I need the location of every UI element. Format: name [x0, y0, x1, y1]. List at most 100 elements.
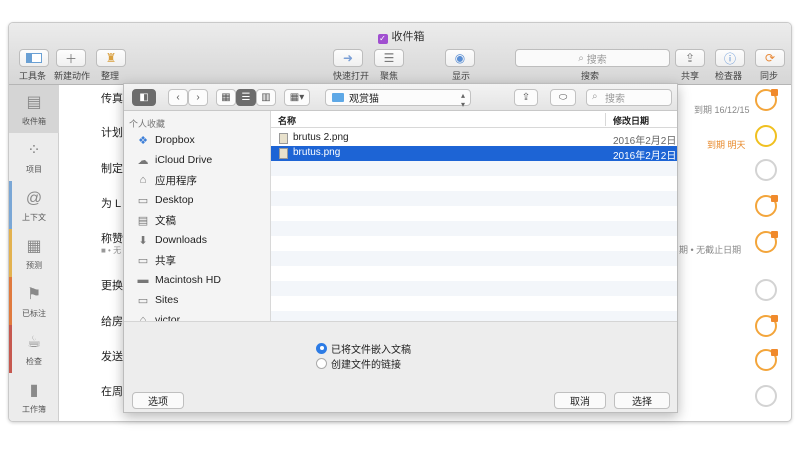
sidebar-item-flagged[interactable]: ⚑ 已标注 — [9, 277, 59, 325]
list-view-button[interactable]: ☰ — [236, 89, 256, 106]
sidebar-item-documents[interactable]: ▤ 文稿 — [136, 211, 176, 229]
chevron-left-icon: ‹ — [176, 92, 180, 103]
sidebar-item-projects[interactable]: ⁘ 项目 — [9, 133, 59, 181]
radio-selected-icon[interactable] — [316, 342, 327, 354]
toolbar: ✓ 收件箱 工具条 ＋ 新建动作 ♜ 整理 ➜ 快速打开 ☰ 聚焦 ◉ 显示 ⌕ 搜… — [9, 23, 791, 85]
empty-row — [271, 311, 677, 321]
column-header-name[interactable]: 名称 — [278, 114, 296, 127]
review-icon: ☕ — [26, 334, 42, 351]
share-icon: ⇪ — [521, 92, 531, 103]
quick-open-label: 快速打开 — [333, 71, 370, 81]
status-circle[interactable] — [755, 125, 777, 147]
desktop-icon: ▭ — [137, 194, 149, 207]
radio-icon[interactable] — [316, 357, 327, 369]
inspector-label: 检查器 — [715, 71, 743, 81]
sync-button[interactable]: ⟳ — [755, 49, 785, 67]
column-view-button[interactable]: ▥ — [256, 89, 276, 106]
link-option[interactable]: 创建文件的链接 — [316, 356, 401, 371]
sidebar-item-macintosh-hd[interactable]: ▬ Macintosh HD — [136, 271, 221, 289]
toolbar-search-input[interactable]: ⌕ 搜索 — [515, 49, 670, 67]
sidebar-item-home[interactable]: ⌂ victor — [136, 311, 180, 321]
search-label: 搜索 — [581, 71, 600, 81]
insert-options: 已将文件嵌入文稿 创建文件的链接 — [124, 321, 677, 389]
favorites-header: 个人收藏 — [129, 119, 166, 129]
plus-icon: ＋ — [64, 51, 77, 66]
share-button[interactable]: ⇪ — [675, 49, 705, 67]
status-circle[interactable] — [755, 159, 777, 181]
sidebar-item-inbox[interactable]: ▤ 收件箱 — [9, 85, 59, 133]
arrow-right-icon: ➜ — [342, 51, 354, 65]
due-date-label: 到期 明天 — [707, 140, 746, 150]
flagged-color-stripe — [9, 277, 12, 325]
choose-button[interactable]: 选择 — [614, 392, 670, 409]
back-button[interactable]: ‹ — [168, 89, 188, 106]
sidebar-item-icloud[interactable]: ☁ iCloud Drive — [136, 151, 213, 169]
flag-icon — [771, 349, 778, 356]
hard-drive-icon: ▬ — [137, 274, 149, 286]
review-color-stripe — [9, 325, 12, 373]
new-action-button[interactable]: ＋ — [56, 49, 86, 67]
home-icon: ⌂ — [139, 314, 147, 321]
arrange-button[interactable]: ▦▾ — [284, 89, 310, 106]
toolbar-toggle-button[interactable] — [19, 49, 49, 67]
empty-row — [271, 251, 677, 266]
flag-icon — [771, 315, 778, 322]
focus-button[interactable]: ☰ — [374, 49, 404, 67]
list-item[interactable]: 计划 — [101, 124, 123, 140]
column-header-modified[interactable]: 修改日期 — [613, 114, 649, 127]
list-item[interactable]: 制定 — [101, 160, 123, 176]
sync-label: 同步 — [760, 71, 779, 81]
forward-button[interactable]: › — [188, 89, 208, 106]
clean-up-label: 整理 — [101, 71, 120, 81]
sidebar-item-dropbox[interactable]: ❖ Dropbox — [136, 131, 195, 149]
list-item[interactable]: 发送 — [101, 348, 123, 364]
sidebar-toggle-button[interactable]: ◧ — [132, 89, 156, 106]
flag-icon — [771, 231, 778, 238]
dropbox-icon: ❖ — [138, 134, 148, 147]
sidebar-item-downloads[interactable]: ⬇ Downloads — [136, 231, 207, 249]
perspective-sidebar: ▤ 收件箱 ⁘ 项目 @ 上下文 ▦ 预测 ⚑ 已标注 ☕ 检查 ▮ 工作簿 — [9, 85, 59, 421]
list-item[interactable]: 传真 — [101, 90, 123, 106]
list-item[interactable]: 更换 — [101, 277, 123, 293]
sidebar-item-shared[interactable]: ▭ 共享 — [136, 251, 176, 269]
inspector-button[interactable]: ⓘ — [715, 49, 745, 67]
sidebar-item-workbook[interactable]: ▮ 工作簿 — [9, 373, 59, 421]
cancel-button[interactable]: 取消 — [554, 392, 606, 409]
share-button[interactable]: ⇪ — [514, 89, 538, 106]
image-file-icon — [279, 133, 288, 144]
icon-view-button[interactable]: ▦ — [216, 89, 236, 106]
list-item-meta: ■ • 无 — [101, 246, 122, 255]
file-row[interactable]: brutus 2.png 2016年2月2日 — [271, 131, 677, 147]
sidebar-item-review[interactable]: ☕ 检查 — [9, 325, 59, 373]
sidebar-item-desktop[interactable]: ▭ Desktop — [136, 191, 194, 209]
chevron-right-icon: › — [196, 92, 200, 103]
status-circle[interactable] — [755, 279, 777, 301]
dialog-search-input[interactable]: ⌕ 搜索 — [586, 89, 672, 106]
list-item[interactable]: 称赞 — [101, 230, 123, 246]
sidebar-item-forecast[interactable]: ▦ 预测 — [9, 229, 59, 277]
due-date-label: 期 • 无截止日期 — [679, 245, 742, 255]
updown-arrow-icon: ▴ ▾ — [460, 91, 465, 109]
info-icon: ⓘ — [723, 51, 736, 66]
tag-button[interactable]: ⬭ — [550, 89, 576, 106]
list-item[interactable]: 给房 — [101, 313, 123, 329]
sidebar-item-sites[interactable]: ▭ Sites — [136, 291, 179, 309]
list-item[interactable]: 为 L — [101, 195, 121, 211]
search-icon: ⌕ — [578, 52, 584, 64]
file-row-selected[interactable]: brutus.png 2016年2月2日 — [271, 146, 677, 162]
view-button[interactable]: ◉ — [445, 49, 475, 67]
sidebar-item-applications[interactable]: ⌂ 应用程序 — [136, 171, 197, 189]
applications-icon: ⌂ — [139, 174, 147, 186]
quick-open-button[interactable]: ➜ — [333, 49, 363, 67]
folder-icon: ▭ — [137, 294, 149, 307]
embed-option[interactable]: 已将文件嵌入文稿 — [316, 341, 411, 356]
clean-up-button[interactable]: ♜ — [96, 49, 126, 67]
options-button[interactable]: 选项 — [132, 392, 184, 409]
eye-icon: ◉ — [454, 51, 466, 65]
cloud-icon: ☁ — [137, 154, 149, 167]
list-item[interactable]: 在周 — [101, 383, 123, 399]
status-circle[interactable] — [755, 385, 777, 407]
empty-row — [271, 281, 677, 296]
sidebar-item-contexts[interactable]: @ 上下文 — [9, 181, 59, 229]
location-popup[interactable]: 观赏猫 ▴ ▾ — [325, 89, 471, 109]
